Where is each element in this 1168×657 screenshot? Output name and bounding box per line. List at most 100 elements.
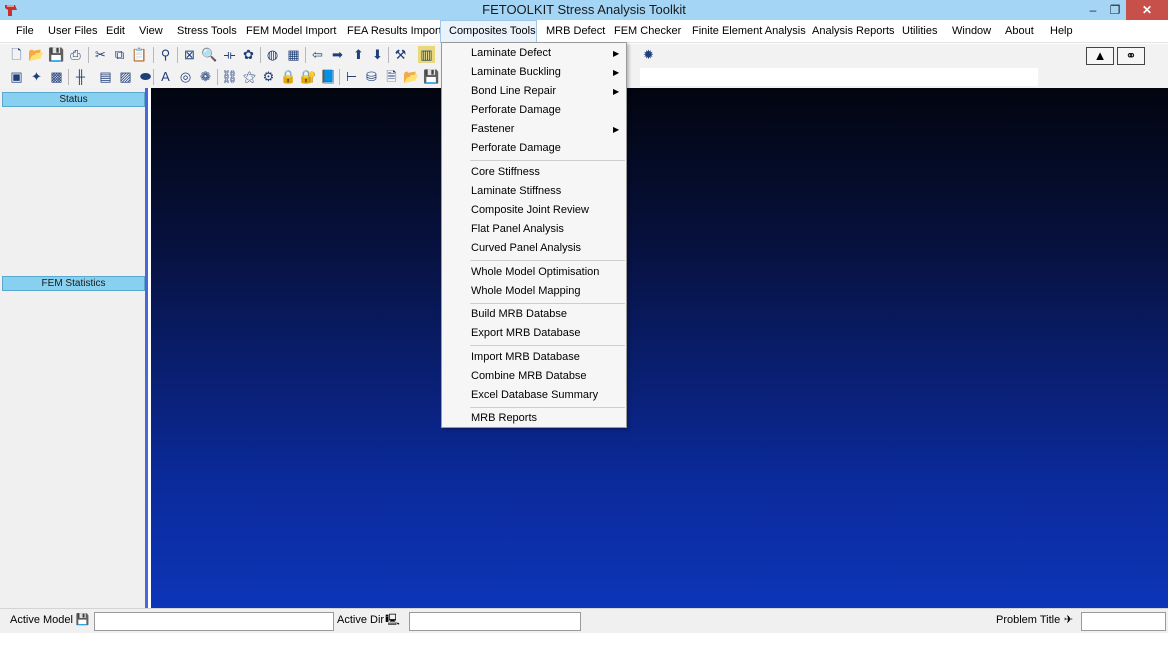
restore-button[interactable]: ❐ [1103,0,1127,20]
measure-icon[interactable]: ⟛ [221,46,238,63]
menu-analysis-reports[interactable]: Analysis Reports [804,20,903,43]
zoom-window-icon[interactable]: ⊠ [181,46,198,63]
toolbar-separator [388,47,389,63]
menu-help[interactable]: Help [1042,20,1081,43]
locked-icon[interactable]: 🔐 [300,68,317,85]
save-as-icon[interactable]: 💾 [423,68,440,85]
menu-fea-results-import[interactable]: FEA Results Import [339,20,450,43]
active-dir-field[interactable] [409,612,581,631]
menu-item-export-mrb-database[interactable]: Export MRB Database [471,324,580,343]
save-icon[interactable]: 💾 [48,46,65,63]
menu-separator [470,160,625,161]
menu-item-perforate-damage[interactable]: Perforate Damage [471,101,561,120]
copy-icon[interactable]: ⧉ [111,46,128,63]
text-icon[interactable]: A [157,68,174,85]
menu-item-core-stiffness[interactable]: Core Stiffness [471,163,540,182]
menu-file[interactable]: File [8,20,42,43]
arrow-left-icon[interactable]: ⇦ [309,46,326,63]
cut-icon[interactable]: ✂ [92,46,109,63]
paste-icon[interactable]: 📋 [131,46,148,63]
database-icon[interactable]: ⛁ [363,68,380,85]
new-file-icon[interactable]: 🗋 [8,46,25,63]
airplane-icon[interactable]: ✈ [1061,613,1076,628]
status-bar: Active Model 💾 Active Dir 🖳 Problem Titl… [0,608,1168,633]
toolbar-strip [640,68,1038,86]
image-icon[interactable]: ▨ [117,68,134,85]
status-header[interactable]: Status [2,92,145,107]
sphere-icon[interactable]: ◍ [264,46,281,63]
active-dir-label: Active Dir [337,614,385,626]
menu-item-laminate-stiffness[interactable]: Laminate Stiffness [471,182,561,201]
select-box-icon[interactable]: ▣ [8,68,25,85]
menu-item-excel-database-summary[interactable]: Excel Database Summary [471,386,598,405]
warning-triangle-icon[interactable]: ▲ [1086,47,1114,65]
menu-view[interactable]: View [131,20,171,43]
tree-icon[interactable]: ⊢ [343,68,360,85]
menu-item-laminate-buckling[interactable]: Laminate Buckling [471,63,561,82]
active-model-field[interactable] [94,612,334,631]
menu-item-mrb-reports[interactable]: MRB Reports [471,409,537,428]
graphics-viewport[interactable] [151,88,1168,608]
menu-mrb-defect[interactable]: MRB Defect [538,20,613,43]
problem-title-field[interactable] [1081,612,1166,631]
sun-icon[interactable]: ✹ [640,46,657,63]
arrow-up-icon[interactable]: ⬆ [350,46,367,63]
computer-icon[interactable]: 🖳 [385,613,400,628]
menu-item-composite-joint-review[interactable]: Composite Joint Review [471,201,589,220]
menu-stress-tools[interactable]: Stress Tools [169,20,245,43]
arrow-right-icon[interactable]: ➡ [329,46,346,63]
target-icon[interactable]: ◎ [177,68,194,85]
find-icon[interactable]: ⚲ [157,46,174,63]
menu-item-laminate-defect[interactable]: Laminate Defect [471,44,551,63]
gear-icon[interactable]: ⚙ [260,68,277,85]
menu-item-flat-panel-analysis[interactable]: Flat Panel Analysis [471,220,564,239]
link-icon[interactable]: ⛓ [221,68,238,85]
ellipse-icon[interactable]: ⬬ [137,68,154,85]
toolbar-separator [88,47,89,63]
book-icon[interactable]: 📘 [320,68,337,85]
toolbar-separator [68,69,69,85]
menu-window[interactable]: Window [944,20,999,43]
element-icon[interactable]: ▩ [48,68,65,85]
menu-item-whole-model-optimisation[interactable]: Whole Model Optimisation [471,263,599,282]
group-icon[interactable]: ❁ [197,68,214,85]
menu-utilities[interactable]: Utilities [894,20,945,43]
document-icon[interactable]: 🗎 [383,68,400,85]
menu-user-files[interactable]: User Files [40,20,106,43]
menu-item-perforate-damage-2[interactable]: Perforate Damage [471,139,561,158]
calculator-icon[interactable]: ▦ [285,46,302,63]
menu-item-import-mrb-database[interactable]: Import MRB Database [471,348,580,367]
print-icon[interactable]: ⎙ [67,46,84,63]
open-folder-icon[interactable]: 📂 [28,46,45,63]
menu-composites-tools[interactable]: Composites Tools [440,20,537,43]
menu-fem-model-import[interactable]: FEM Model Import [238,20,344,43]
menu-separator [470,303,625,304]
grid-icon[interactable]: ▤ [97,68,114,85]
binoculars-icon[interactable]: ⚭ [1117,47,1145,65]
menu-edit[interactable]: Edit [98,20,133,43]
submenu-arrow-icon: ▶ [613,125,620,134]
title-bar: FETOOLKIT Stress Analysis Toolkit – ❐ ✕ [0,0,1168,20]
menu-item-bond-line-repair[interactable]: Bond Line Repair [471,82,556,101]
chart-icon[interactable]: ▥ [418,46,435,63]
mesh-icon[interactable]: ✿ [240,46,257,63]
menu-finite-element-analysis[interactable]: Finite Element Analysis [684,20,814,43]
fem-statistics-header[interactable]: FEM Statistics [2,276,145,291]
beam-icon[interactable]: ╫ [72,68,89,85]
menu-item-whole-model-mapping[interactable]: Whole Model Mapping [471,282,580,301]
open-icon[interactable]: 📂 [403,68,420,85]
close-button[interactable]: ✕ [1126,0,1168,20]
save-icon[interactable]: 💾 [75,613,90,628]
menu-item-combine-mrb-database[interactable]: Combine MRB Databse [471,367,587,386]
arrow-down-icon[interactable]: ⬇ [369,46,386,63]
menu-item-curved-panel-analysis[interactable]: Curved Panel Analysis [471,239,581,258]
menu-item-build-mrb-database[interactable]: Build MRB Databse [471,305,567,324]
menu-fem-checker[interactable]: FEM Checker [606,20,689,43]
lock-icon[interactable]: 🔒 [280,68,297,85]
tools-dropdown-icon[interactable]: ⚒ [392,46,409,63]
node-icon[interactable]: ✦ [28,68,45,85]
menu-item-fastener[interactable]: Fastener [471,120,514,139]
menu-about[interactable]: About [997,20,1042,43]
zoom-icon[interactable]: 🔍 [201,46,218,63]
network-icon[interactable]: ⚝ [241,68,258,85]
